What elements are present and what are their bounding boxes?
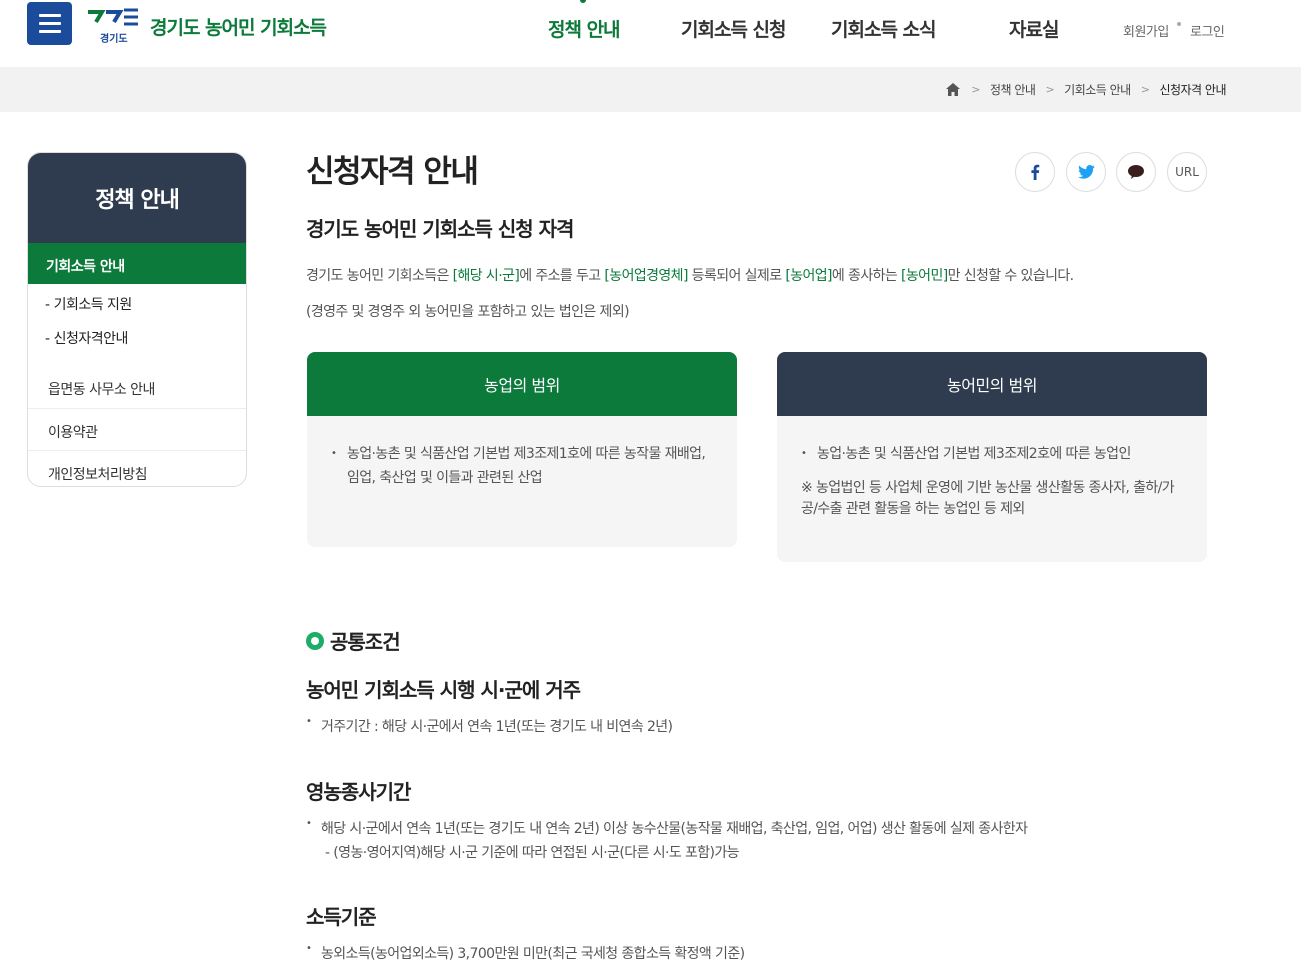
- breadcrumb-current: 신청자격 안내: [1159, 83, 1226, 97]
- card-title: 농업의 범위: [307, 352, 737, 416]
- desc-text: 에 주소를 두고: [519, 268, 605, 284]
- card-bullet: 농업·농촌 및 식품산업 기본법 제3조제2호에 따른 농업인: [801, 442, 1183, 466]
- eligibility-exclusion-note: (경영주 및 경영주 외 농어민을 포함하고 있는 법인은 제외): [306, 304, 630, 320]
- gyeonggi-logo-mark-icon: [88, 8, 138, 26]
- income-heading: 소득기준: [306, 905, 377, 929]
- facebook-icon: [1031, 164, 1040, 180]
- farming-period-heading: 영농종사기간: [306, 780, 411, 804]
- share-twitter-button[interactable]: [1066, 152, 1106, 192]
- side-nav-header: 정책 안내: [28, 153, 246, 243]
- share-url-button[interactable]: URL: [1167, 152, 1207, 192]
- menu-icon[interactable]: [27, 2, 72, 45]
- card-body: 농업·농촌 및 식품산업 기본법 제3조제2호에 따른 농업인 ※ 농업법인 등…: [777, 416, 1207, 540]
- site-header: 경기도 경기도 농어민 기회소득 정책 안내 기회소득 신청 기회소득 소식 자…: [0, 0, 1301, 67]
- side-nav-sub-item-eligibility[interactable]: - 신청자격안내: [28, 320, 246, 354]
- site-title[interactable]: 경기도 농어민 기회소득: [150, 13, 327, 40]
- card-body: 농업·농촌 및 식품산업 기본법 제3조제1호에 따른 농작물 재배업, 임업,…: [307, 416, 737, 510]
- active-nav-dot: [580, 0, 586, 3]
- eligibility-description: 경기도 농어민 기회소득은 [해당 시·군]에 주소를 두고 [농어업경영체] …: [306, 265, 1074, 285]
- nav-resources[interactable]: 자료실: [1009, 15, 1059, 42]
- card-title: 농어민의 범위: [777, 352, 1207, 416]
- desc-highlight: [해당 시·군]: [452, 268, 520, 284]
- common-conditions-title: 공통조건: [330, 630, 401, 654]
- side-nav-sub-label: 신청자격안내: [53, 331, 129, 347]
- residence-heading: 농어민 기회소득 시행 시·군에 거주: [306, 678, 581, 702]
- speech-bubble-icon: [1128, 165, 1144, 179]
- nav-policy[interactable]: 정책 안내: [548, 15, 621, 42]
- dash-icon: -: [45, 297, 50, 313]
- logo-subtext: 경기도: [100, 34, 128, 45]
- join-link[interactable]: 회원가입: [1123, 21, 1169, 40]
- breadcrumb-item[interactable]: 기회소득 안내: [1064, 81, 1131, 98]
- gyeonggi-logo[interactable]: 경기도: [86, 8, 142, 45]
- side-nav-item-privacy[interactable]: 개인정보처리방침: [28, 450, 246, 486]
- home-icon[interactable]: [945, 82, 961, 97]
- desc-text: 에 종사하는: [831, 268, 902, 284]
- breadcrumb-item[interactable]: 정책 안내: [990, 81, 1036, 98]
- desc-text: 등록되어 실제로: [687, 268, 786, 284]
- income-item: 농외소득(농어업외소득) 3,700만원 미만(최근 국세청 종합소득 확정액 …: [306, 943, 745, 963]
- desc-highlight: [농어업경영체]: [604, 268, 688, 284]
- side-nav-sub-item-support[interactable]: - 기회소득 지원: [28, 286, 246, 320]
- desc-highlight: [농어업]: [785, 268, 832, 284]
- chevron-right-icon: >: [1045, 83, 1055, 96]
- circle-bullet-icon: [306, 631, 324, 650]
- nav-news[interactable]: 기회소득 소식: [831, 15, 936, 42]
- twitter-icon: [1077, 165, 1095, 179]
- breadcrumb: > 정책 안내 > 기회소득 안내 > 신청자격 안내: [945, 81, 1226, 98]
- chevron-right-icon: >: [971, 83, 980, 96]
- share-kakaotalk-button[interactable]: [1116, 152, 1156, 192]
- card-note: ※ 농업법인 등 사업체 운영에 기반 농산물 생산활동 종사자, 출하/가공/…: [801, 480, 1175, 517]
- agriculture-scope-card: 농업의 범위 농업·농촌 및 식품산업 기본법 제3조제1호에 따른 농작물 재…: [307, 352, 737, 547]
- side-nav-title: 정책 안내: [95, 188, 180, 213]
- chevron-right-icon: >: [1140, 83, 1150, 96]
- desc-highlight: [농어민]: [901, 268, 948, 284]
- nav-apply[interactable]: 기회소득 신청: [681, 15, 786, 42]
- side-nav-item-terms[interactable]: 이용약관: [28, 408, 246, 450]
- farmer-scope-card: 농어민의 범위 농업·농촌 및 식품산업 기본법 제3조제2호에 따른 농업인 …: [777, 352, 1207, 562]
- login-link[interactable]: 로그인: [1190, 21, 1225, 40]
- desc-text: 만 신청할 수 있습니다.: [947, 268, 1075, 284]
- side-nav-item-opportunity-income[interactable]: 기회소득 안내: [28, 243, 246, 284]
- breadcrumb-bar: > 정책 안내 > 기회소득 안내 > 신청자격 안내: [0, 67, 1301, 112]
- url-label: URL: [1175, 165, 1199, 179]
- share-facebook-button[interactable]: [1015, 152, 1055, 192]
- residence-item: 거주기간 : 해당 시·군에서 연속 1년(또는 경기도 내 비연속 2년): [306, 716, 673, 736]
- farming-period-subitem: - (영농·영어지역)해당 시·군 기준에 따라 연접된 시·군(다른 시·도 …: [325, 845, 740, 861]
- desc-text: 경기도 농어민 기회소득은: [306, 268, 453, 284]
- section-subtitle: 경기도 농어민 기회소득 신청 자격: [306, 217, 574, 241]
- side-nav: 정책 안내 기회소득 안내 - 기회소득 지원 - 신청자격안내 읍면동 사무소 안…: [27, 152, 247, 487]
- util-separator: [1177, 22, 1181, 26]
- card-bullet: 농업·농촌 및 식품산업 기본법 제3조제1호에 따른 농작물 재배업, 임업,…: [331, 442, 713, 490]
- side-nav-item-office[interactable]: 읍면동 사무소 안내: [28, 366, 246, 408]
- side-nav-sub-label: 기회소득 지원: [53, 297, 133, 313]
- page-title: 신청자격 안내: [306, 154, 479, 190]
- farming-period-item: 해당 시·군에서 연속 1년(또는 경기도 내 연속 2년) 이상 농수산물(농…: [306, 818, 1028, 838]
- common-conditions-heading: 공통조건: [306, 626, 401, 655]
- dash-icon: -: [45, 331, 50, 347]
